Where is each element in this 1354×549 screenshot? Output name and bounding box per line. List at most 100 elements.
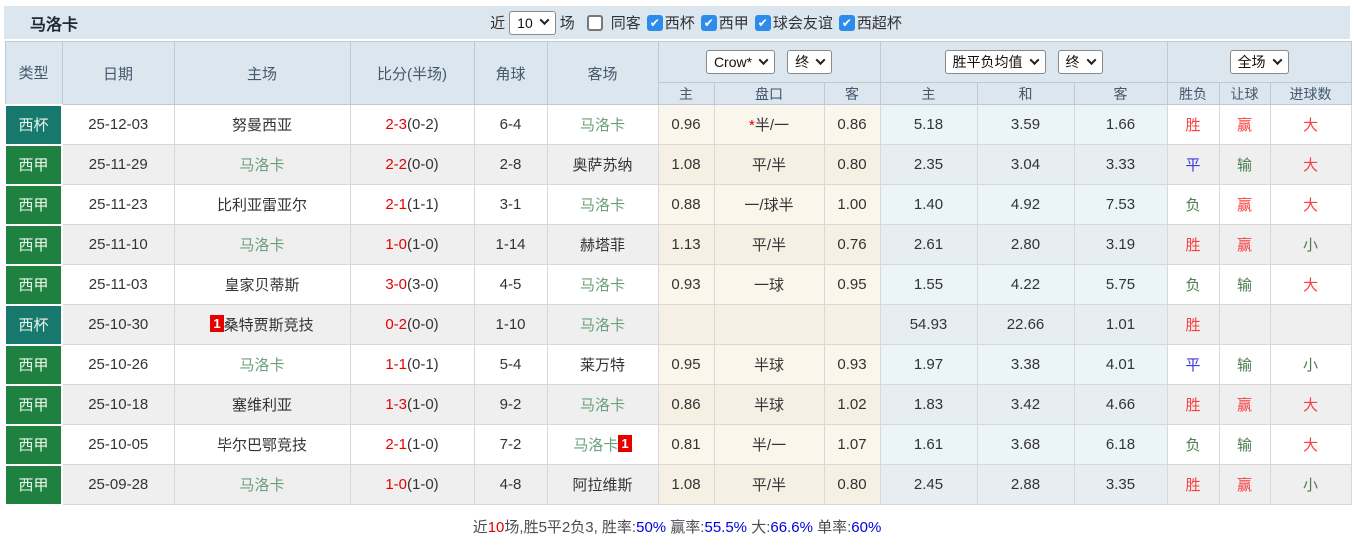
team-name[interactable]: 马洛卡 [239,477,284,494]
score-cell: 1-3(1-0) [349,384,475,425]
table-row: 西甲 25-09-28 马洛卡 1-0(1-0) 4-8 阿拉维斯 1.08 平… [4,463,1352,506]
corner-score-cell: 1-14 [473,224,548,265]
team-name[interactable]: 皇家贝蒂斯 [224,277,299,294]
team-name[interactable]: 努曼西亚 [232,117,292,134]
away-team-cell[interactable]: 莱万特 [546,344,659,385]
team-name[interactable]: 阿拉维斯 [572,477,632,494]
score-cell: 2-2(0-0) [349,144,475,185]
avg-away-odds-cell: 3.35 [1073,464,1168,505]
fulltime-score: 3-0 [385,276,407,293]
avg-time-select[interactable]: 终 [1057,50,1103,74]
handicap-result-value: 输 [1236,357,1252,374]
handicap-line: 半/一 [754,117,789,134]
away-team-cell[interactable]: 马洛卡 [546,104,659,145]
avg-draw-odds-cell: 3.04 [976,144,1075,185]
summary-segment: 大: [747,518,771,536]
handicap-away-odds-cell: 0.80 [823,144,881,185]
checkbox-checked[interactable]: ✔ [646,14,663,31]
away-team-cell[interactable]: 阿拉维斯 [546,464,659,505]
away-team-cell[interactable]: 赫塔菲 [546,224,659,265]
avg-home-odds-cell: 5.18 [879,104,978,145]
team-name[interactable]: 马洛卡 [580,317,625,334]
handicap-result-cell: 输 [1218,144,1271,185]
team-name[interactable]: 比利亚雷亚尔 [217,197,307,214]
team-name[interactable]: 塞维利亚 [232,397,292,414]
goals-result-cell: 小 [1269,224,1352,265]
avg-home-odds-cell: 2.61 [879,224,978,265]
team-name[interactable]: 马洛卡 [239,237,284,254]
home-team-cell[interactable]: 马洛卡 [173,464,351,505]
home-team-cell[interactable]: 塞维利亚 [173,384,351,425]
scope-select[interactable]: 全场 [1229,50,1289,74]
handicap-line: 一/球半 [744,197,794,214]
home-team-cell[interactable]: 比利亚雷亚尔 [173,184,351,225]
avg-away-odds-cell: 3.19 [1073,224,1168,265]
avg-draw-odds-cell: 4.92 [976,184,1075,225]
handicap-result-value: 输 [1236,277,1252,294]
handicap-line-cell: 半球 [713,344,825,385]
away-team-cell[interactable]: 马洛卡 [546,184,659,225]
result-value: 胜 [1185,317,1201,334]
table-row: 西杯 25-10-30 1 桑特贾斯竞技 0-2(0-0) 1-10 马洛卡 54… [4,303,1352,346]
handicap-line: 半球 [753,357,784,374]
handicap-result-cell: 赢 [1218,384,1271,425]
team-name[interactable]: 莱万特 [580,357,625,374]
checkbox-unchecked[interactable] [586,14,603,31]
team-name[interactable]: 马洛卡 [580,117,625,134]
handicap-line-cell: 半球 [713,384,825,425]
away-team-cell[interactable]: 马洛卡 [546,264,659,305]
odds-time-select[interactable]: 终 [787,50,833,74]
handicap-result-cell: 输 [1218,264,1271,305]
team-name[interactable]: 马洛卡 [580,397,625,414]
result-cell: 胜 [1166,104,1220,145]
fulltime-score: 1-0 [385,476,407,493]
away-team-cell[interactable]: 马洛卡 [546,304,659,345]
checkbox-checked[interactable]: ✔ [754,14,771,31]
goals-result-cell: 大 [1269,424,1352,465]
corner-score-cell: 4-5 [473,264,548,305]
goals-result-cell: 小 [1269,344,1352,385]
home-team-cell[interactable]: 毕尔巴鄂竞技 [173,424,351,465]
match-date-cell: 25-11-23 [61,184,175,225]
home-team-cell[interactable]: 努曼西亚 [173,104,351,145]
fulltime-score: 1-0 [385,236,407,253]
goals-result-cell: 大 [1269,264,1352,305]
filter-label: 西杯 [664,15,695,32]
avg-source-select[interactable]: 胜平负均值 [944,50,1046,74]
filter-label: 西甲 [718,15,749,32]
checkbox-checked[interactable]: ✔ [700,14,717,31]
away-team-cell[interactable]: 奥萨苏纳 [546,144,659,185]
home-team-cell[interactable]: 皇家贝蒂斯 [173,264,351,305]
away-team-cell[interactable]: 马洛卡 1 [546,424,659,465]
table-row: 西甲 25-11-29 马洛卡 2-2(0-0) 2-8 奥萨苏纳 1.08 平… [4,143,1352,186]
team-name[interactable]: 马洛卡 [573,437,618,454]
checkbox-checked[interactable]: ✔ [838,14,855,31]
home-team-cell[interactable]: 马洛卡 [173,224,351,265]
handicap-result-cell: 输 [1218,424,1271,465]
result-value: 平 [1185,357,1201,374]
avg-away-odds-cell: 6.18 [1073,424,1168,465]
goals-result-value: 大 [1302,157,1318,174]
handicap-result-value: 输 [1236,157,1252,174]
odds-source-select[interactable]: Crow* [705,50,776,74]
team-name[interactable]: 赫塔菲 [580,237,625,254]
away-team-cell[interactable]: 马洛卡 [546,384,659,425]
corner-score-cell: 9-2 [473,384,548,425]
team-name[interactable]: 马洛卡 [580,197,625,214]
filter-item-西超杯: ✔ 西超杯 [838,12,902,33]
avg-draw-odds-cell: 4.22 [976,264,1075,305]
team-name[interactable]: 马洛卡 [239,357,284,374]
team-name[interactable]: 马洛卡 [239,157,284,174]
home-team-cell[interactable]: 马洛卡 [173,344,351,385]
league-type-cell: 西甲 [4,463,63,506]
handicap-line-cell: 平/半 [713,464,825,505]
halftime-score: (0-0) [407,316,439,333]
team-name[interactable]: 马洛卡 [580,277,625,294]
match-date-cell: 25-11-03 [61,264,175,305]
team-name[interactable]: 桑特贾斯竞技 [224,317,314,334]
team-name[interactable]: 毕尔巴鄂竞技 [217,437,307,454]
home-team-cell[interactable]: 1 桑特贾斯竞技 [173,304,351,345]
team-name[interactable]: 奥萨苏纳 [572,157,632,174]
recent-count-select[interactable]: 10 [509,10,556,35]
home-team-cell[interactable]: 马洛卡 [173,144,351,185]
